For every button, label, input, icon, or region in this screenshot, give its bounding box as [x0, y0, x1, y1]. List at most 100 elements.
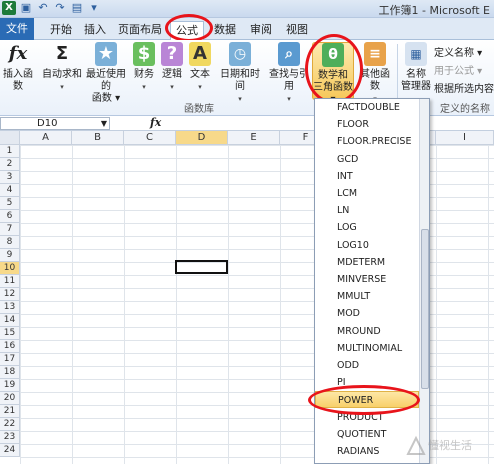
column-header-i[interactable]: I: [436, 131, 494, 145]
tab-file[interactable]: 文件: [0, 18, 34, 40]
financial-button[interactable]: $ 财务 ▾: [132, 42, 156, 93]
save-icon[interactable]: ▣: [19, 1, 33, 15]
function-item-mmult[interactable]: MMULT: [315, 288, 419, 305]
autosum-button[interactable]: Σ 自动求和 ▾: [42, 42, 82, 93]
defined-names-group-label: 定义的名称: [440, 104, 490, 115]
row-header-22[interactable]: 22: [0, 418, 20, 431]
button-label: 查找与引用: [269, 69, 309, 92]
function-item-log10[interactable]: LOG10: [315, 237, 419, 254]
row-header-12[interactable]: 12: [0, 288, 20, 301]
function-item-pi[interactable]: PI: [315, 374, 419, 391]
tab-data[interactable]: 数据: [210, 21, 240, 40]
define-name-button[interactable]: 定义名称 ▾: [434, 44, 482, 59]
select-all-corner[interactable]: [0, 131, 20, 145]
row-header-16[interactable]: 16: [0, 340, 20, 353]
function-library-group-label: 函数库: [184, 104, 214, 115]
function-item-gcd[interactable]: GCD: [315, 151, 419, 168]
row-header-10[interactable]: 10: [0, 262, 20, 275]
name-box-value: D10: [37, 118, 58, 129]
row-header-7[interactable]: 7: [0, 223, 20, 236]
use-in-formula-button[interactable]: 用于公式 ▾: [434, 62, 482, 77]
function-item-power[interactable]: POWER: [315, 391, 419, 409]
open-folder-icon[interactable]: ▤: [70, 1, 84, 15]
quick-access-toolbar: X ▣ ↶ ↷ ▤ ▾: [2, 1, 101, 15]
function-item-log[interactable]: LOG: [315, 219, 419, 236]
function-item-mod[interactable]: MOD: [315, 305, 419, 322]
dropdown-arrow-icon: ▾: [238, 95, 242, 103]
row-header-8[interactable]: 8: [0, 236, 20, 249]
row-header-15[interactable]: 15: [0, 327, 20, 340]
row-header-23[interactable]: 23: [0, 431, 20, 444]
tab-insert[interactable]: 插入: [80, 21, 110, 40]
row-header-19[interactable]: 19: [0, 379, 20, 392]
book-clock-icon: ◷: [229, 42, 251, 66]
function-item-mdeterm[interactable]: MDETERM: [315, 254, 419, 271]
lookup-reference-button[interactable]: ⌕ 查找与引用 ▾: [266, 42, 312, 105]
tab-formulas[interactable]: 公式: [170, 21, 204, 41]
column-header-d[interactable]: D: [176, 131, 228, 145]
more-functions-button[interactable]: ≡ 其他函数 ▾: [356, 42, 394, 105]
button-label: 自动求和: [42, 69, 82, 80]
recently-used-button[interactable]: ★ 最近使用的 函数 ▾: [82, 42, 130, 105]
column-header-b[interactable]: B: [72, 131, 124, 145]
row-header-20[interactable]: 20: [0, 392, 20, 405]
row-header-17[interactable]: 17: [0, 353, 20, 366]
function-item-odd[interactable]: ODD: [315, 357, 419, 374]
row-header-13[interactable]: 13: [0, 301, 20, 314]
button-label: 其他函数: [360, 69, 390, 92]
row-header-24[interactable]: 24: [0, 444, 20, 457]
column-header-e[interactable]: E: [228, 131, 280, 145]
tab-review[interactable]: 审阅: [246, 21, 276, 40]
tab-page-layout[interactable]: 页面布局: [116, 21, 164, 40]
undo-icon[interactable]: ↶: [36, 1, 50, 15]
row-header-6[interactable]: 6: [0, 210, 20, 223]
dropdown-arrow-icon: ▾: [287, 95, 291, 103]
dropdown-arrow-icon: ▾: [60, 83, 64, 91]
tab-view[interactable]: 视图: [282, 21, 312, 40]
function-item-int[interactable]: INT: [315, 168, 419, 185]
row-header-18[interactable]: 18: [0, 366, 20, 379]
function-item-floor-precise[interactable]: FLOOR.PRECISE: [315, 133, 419, 150]
name-manager-button[interactable]: ▦ 名称 管理器: [400, 42, 432, 93]
function-item-mround[interactable]: MROUND: [315, 323, 419, 340]
row-header-1[interactable]: 1: [0, 145, 20, 158]
function-item-multinomial[interactable]: MULTINOMIAL: [315, 340, 419, 357]
row-header-21[interactable]: 21: [0, 405, 20, 418]
column-header-a[interactable]: A: [20, 131, 72, 145]
scrollbar-thumb[interactable]: [421, 229, 429, 389]
book-star-icon: ★: [95, 42, 117, 66]
function-item-floor[interactable]: FLOOR: [315, 116, 419, 133]
fx-icon: fx: [8, 43, 28, 64]
column-header-c[interactable]: C: [124, 131, 176, 145]
row-header-4[interactable]: 4: [0, 184, 20, 197]
svg-text:懂视生活: 懂视生活: [428, 438, 472, 452]
customize-qat-icon[interactable]: ▾: [87, 1, 101, 15]
date-time-button[interactable]: ◷ 日期和时间 ▾: [216, 42, 264, 105]
name-box[interactable]: D10 ▼: [0, 117, 110, 130]
function-item-product[interactable]: PRODUCT: [315, 409, 419, 426]
button-label-2: 管理器: [401, 81, 431, 92]
selected-cell-d10[interactable]: [175, 260, 228, 274]
dropdown-scrollbar[interactable]: [419, 99, 429, 463]
row-header-3[interactable]: 3: [0, 171, 20, 184]
text-button[interactable]: A 文本 ▾: [188, 42, 212, 93]
row-header-5[interactable]: 5: [0, 197, 20, 210]
fx-icon[interactable]: fx: [150, 116, 161, 129]
button-label: 财务: [134, 69, 154, 80]
row-header-2[interactable]: 2: [0, 158, 20, 171]
redo-icon[interactable]: ↷: [53, 1, 67, 15]
function-item-lcm[interactable]: LCM: [315, 185, 419, 202]
create-from-selection-button[interactable]: 根据所选内容: [434, 80, 494, 95]
chevron-down-icon[interactable]: ▼: [101, 118, 107, 129]
function-item-ln[interactable]: LN: [315, 202, 419, 219]
row-header-11[interactable]: 11: [0, 275, 20, 288]
row-header-9[interactable]: 9: [0, 249, 20, 262]
math-trig-button[interactable]: θ 数学和 三角函数 ▾: [312, 42, 354, 105]
tab-home[interactable]: 开始: [44, 21, 78, 40]
book-search-icon: ⌕: [278, 42, 300, 66]
insert-function-button[interactable]: fx 插入函数: [0, 42, 36, 93]
function-item-minverse[interactable]: MINVERSE: [315, 271, 419, 288]
row-header-14[interactable]: 14: [0, 314, 20, 327]
function-item-factdouble[interactable]: FACTDOUBLE: [315, 99, 419, 116]
logical-button[interactable]: ? 逻辑 ▾: [160, 42, 184, 93]
